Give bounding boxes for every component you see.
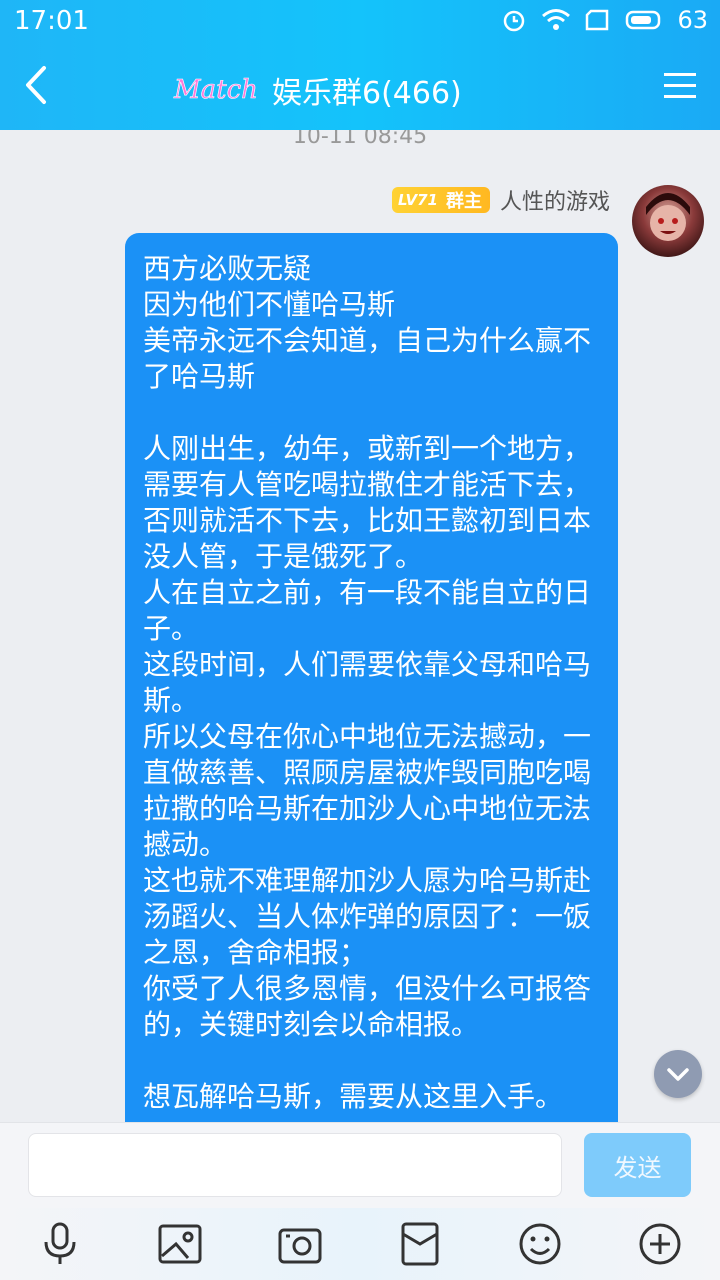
avatar-face-icon <box>646 193 690 241</box>
plus-icon[interactable] <box>636 1220 684 1268</box>
svg-text:Match: Match <box>173 75 258 105</box>
message-timestamp: 10-11 08:45 <box>292 130 428 149</box>
send-button[interactable]: 发送 <box>584 1133 691 1197</box>
status-time: 17:01 <box>14 6 89 36</box>
match-logo: Match <box>173 75 258 106</box>
back-arrow-icon[interactable] <box>14 60 64 110</box>
emoji-icon[interactable] <box>516 1220 564 1268</box>
red-packet-icon[interactable] <box>396 1220 444 1268</box>
scroll-down-button[interactable] <box>654 1050 702 1098</box>
level-label: LV71 <box>398 191 438 209</box>
message-bubble[interactable]: 西方必败无疑 因为他们不懂哈马斯 美帝永远不会知道，自己为什么赢不了哈马斯 人刚… <box>125 233 618 1122</box>
input-toolbar <box>0 1208 720 1280</box>
message-input[interactable] <box>28 1133 562 1197</box>
status-bar: 17:01 63 <box>0 0 720 40</box>
group-title: 娱乐群6(466) <box>272 76 462 111</box>
level-badge: LV71 群主 <box>392 187 490 213</box>
sender-info: LV71 群主 人性的游戏 <box>392 185 610 215</box>
chevron-down-icon <box>667 1068 689 1081</box>
input-bar: 发送 <box>0 1122 720 1208</box>
sim-icon <box>586 9 609 31</box>
sender-nickname[interactable]: 人性的游戏 <box>500 184 610 216</box>
sender-avatar[interactable] <box>632 185 704 257</box>
microphone-icon[interactable] <box>36 1220 84 1268</box>
camera-icon[interactable] <box>276 1220 324 1268</box>
header: 17:01 63 Match 娱乐群6(466) <box>0 0 720 130</box>
wifi-icon <box>542 9 571 30</box>
menu-icon[interactable] <box>660 66 700 106</box>
role-label: 群主 <box>445 191 482 212</box>
status-icons: 63 <box>501 6 708 34</box>
alarm-icon <box>504 10 525 32</box>
battery-percent: 63 <box>677 6 708 34</box>
battery-icon <box>626 10 661 30</box>
image-icon[interactable] <box>156 1220 204 1268</box>
nav-bar: Match 娱乐群6(466) <box>0 48 720 128</box>
chat-area[interactable]: 10-11 08:45 LV71 群主 人性的游戏 西方必败无疑 因为他们不懂哈… <box>0 130 720 1122</box>
